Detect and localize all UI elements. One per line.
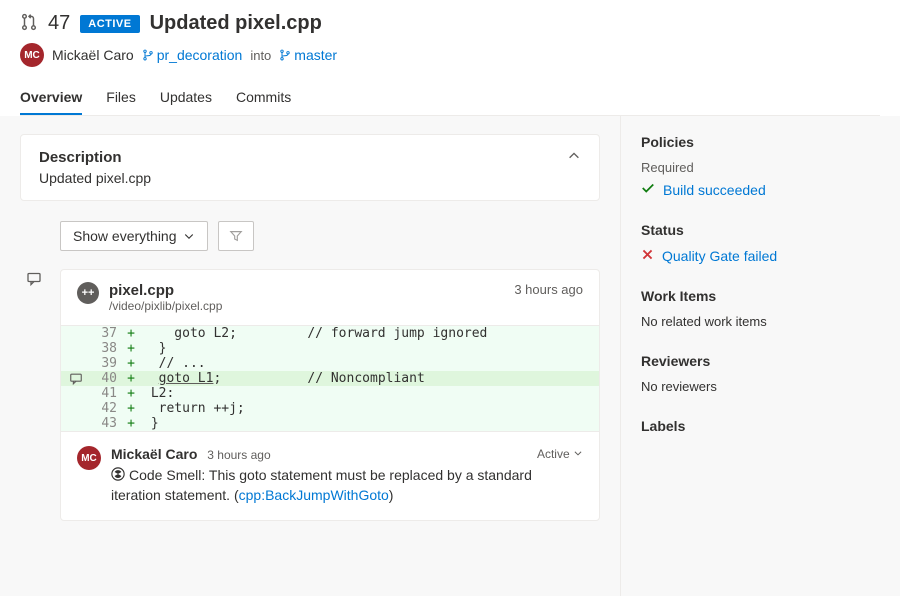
diff-line: 41+ L2:: [61, 386, 599, 401]
diff-line: 38+ }: [61, 341, 599, 356]
description-heading: Description: [39, 149, 151, 166]
avatar[interactable]: MC: [77, 446, 101, 470]
diff-line: 40+ goto L1; // Noncompliant: [61, 371, 599, 386]
labels-section: Labels: [641, 418, 880, 434]
reviewers-title: Reviewers: [641, 353, 880, 369]
branch-icon: [142, 49, 154, 61]
target-branch-name: master: [294, 47, 337, 63]
diff-line: 43+ }: [61, 416, 599, 431]
pr-number: 47: [48, 12, 70, 35]
chevron-down-icon: [183, 230, 195, 242]
build-succeeded-link[interactable]: Build succeeded: [663, 182, 766, 198]
pr-meta-row: MC Mickaël Caro pr_decoration into maste…: [20, 43, 880, 67]
tabs: Overview Files Updates Commits: [20, 81, 880, 116]
tab-files[interactable]: Files: [106, 81, 136, 115]
branch-icon: [279, 49, 291, 61]
target-branch-link[interactable]: master: [279, 47, 337, 63]
labels-title: Labels: [641, 418, 880, 434]
comment-icon[interactable]: [69, 372, 83, 386]
check-icon: [641, 181, 655, 198]
tab-updates[interactable]: Updates: [160, 81, 212, 115]
filter-dropdown[interactable]: Show everything: [60, 221, 208, 251]
quality-gate-link[interactable]: Quality Gate failed: [662, 248, 777, 264]
comment-icon[interactable]: [26, 271, 42, 290]
reviewers-section: Reviewers No reviewers: [641, 353, 880, 394]
diff-line: 42+ return ++j;: [61, 401, 599, 416]
diff-area: 37+ goto L2; // forward jump ignored38+ …: [61, 325, 599, 431]
author-name[interactable]: Mickaël Caro: [52, 47, 134, 63]
comment-author[interactable]: Mickaël Caro: [111, 446, 197, 462]
comment-time: 3 hours ago: [207, 448, 270, 462]
rule-link[interactable]: cpp:BackJumpWithGoto: [239, 487, 389, 503]
into-text: into: [250, 48, 271, 63]
comment-card: MC Mickaël Caro 3 hours ago Active: [61, 431, 599, 520]
comment-status-dropdown[interactable]: Active: [537, 447, 583, 461]
pr-title-row: 47 ACTIVE Updated pixel.cpp: [20, 12, 880, 35]
diff-line: 37+ goto L2; // forward jump ignored: [61, 326, 599, 341]
tab-commits[interactable]: Commits: [236, 81, 291, 115]
filter-dropdown-label: Show everything: [73, 228, 177, 244]
avatar[interactable]: MC: [20, 43, 44, 67]
comment-text: Code Smell: This goto statement must be …: [111, 466, 583, 506]
filter-icon: [229, 229, 243, 243]
pr-title: Updated pixel.cpp: [150, 12, 322, 35]
file-name[interactable]: pixel.cpp: [109, 282, 222, 299]
description-card: Description Updated pixel.cpp: [20, 134, 600, 201]
filter-button[interactable]: [218, 221, 254, 251]
work-items-text: No related work items: [641, 314, 880, 329]
status-section: Status Quality Gate failed: [641, 222, 880, 264]
pull-request-icon: [20, 13, 38, 34]
chevron-up-icon[interactable]: [567, 149, 581, 166]
status-badge: ACTIVE: [80, 15, 139, 33]
status-title: Status: [641, 222, 880, 238]
fail-icon: [641, 248, 654, 264]
policies-required: Required: [641, 160, 880, 175]
file-time: 3 hours ago: [514, 282, 583, 297]
policies-section: Policies Required Build succeeded: [641, 134, 880, 198]
chevron-down-icon: [573, 448, 583, 458]
source-branch-name: pr_decoration: [157, 47, 243, 63]
policies-title: Policies: [641, 134, 880, 150]
code-smell-icon: [111, 467, 125, 487]
work-items-section: Work Items No related work items: [641, 288, 880, 329]
file-card: ++ pixel.cpp /video/pixlib/pixel.cpp 3 h…: [60, 269, 600, 521]
source-branch-link[interactable]: pr_decoration: [142, 47, 243, 63]
work-items-title: Work Items: [641, 288, 880, 304]
file-path: /video/pixlib/pixel.cpp: [109, 299, 222, 313]
file-change-badge: ++: [77, 282, 99, 304]
diff-line: 39+ // ...: [61, 356, 599, 371]
description-text: Updated pixel.cpp: [39, 170, 151, 186]
reviewers-text: No reviewers: [641, 379, 880, 394]
tab-overview[interactable]: Overview: [20, 81, 82, 115]
